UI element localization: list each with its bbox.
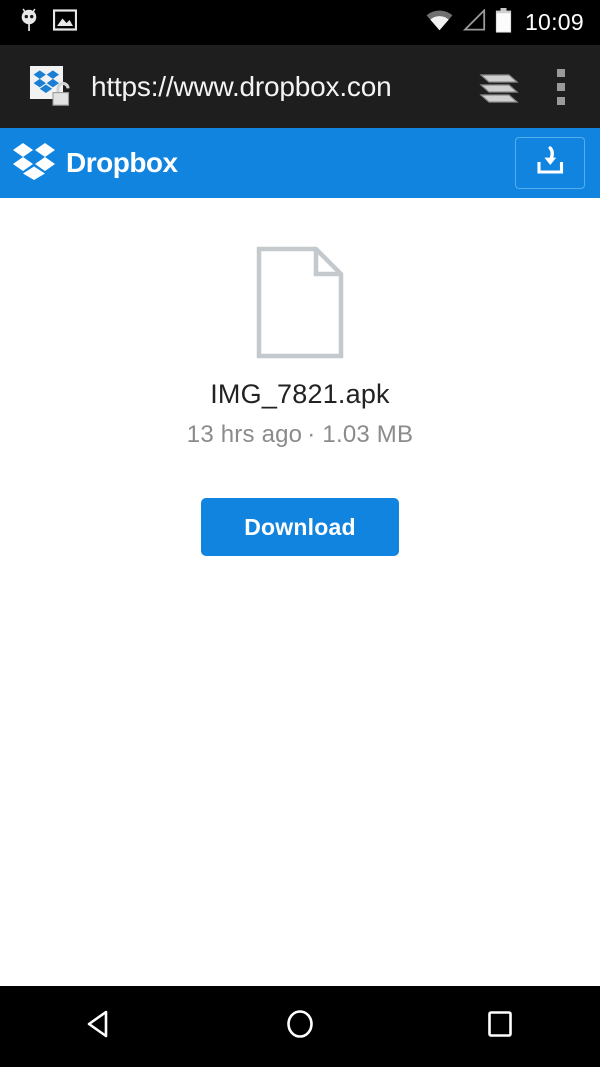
home-circle-icon	[284, 1008, 316, 1045]
overflow-menu-icon[interactable]	[544, 64, 578, 110]
file-modified-time: 13 hrs ago	[186, 420, 303, 448]
tab-stack-icon[interactable]	[476, 64, 522, 110]
unlocked-padlock-icon	[48, 80, 76, 108]
save-to-dropbox-icon	[533, 145, 567, 182]
dropbox-brand[interactable]: Dropbox	[12, 141, 178, 186]
file-preview-area: IMG_7821.apk 13 hrs ago · 1.03 MB Download	[0, 198, 600, 986]
url-bar[interactable]: https://www.dropbox.con	[91, 73, 476, 101]
metadata-separator: ·	[307, 420, 316, 448]
status-bar-clock: 10:09	[524, 9, 584, 35]
browser-toolbar: https://www.dropbox.con	[0, 45, 600, 128]
recents-button[interactable]	[455, 997, 545, 1057]
document-file-icon	[256, 246, 344, 364]
site-identity[interactable]	[30, 64, 76, 110]
dropbox-logo-icon	[12, 141, 56, 186]
file-metadata: 13 hrs ago · 1.03 MB	[186, 420, 414, 448]
dropbox-wordmark: Dropbox	[66, 147, 178, 178]
menu-dot	[557, 68, 565, 77]
phone-screen: 10:09 https://www.dropbox.con Dropbox IM…	[0, 0, 600, 1067]
menu-dot	[557, 82, 565, 91]
status-bar-notifications	[0, 7, 78, 38]
file-name: IMG_7821.apk	[210, 379, 390, 409]
recents-square-icon	[484, 1008, 516, 1045]
android-robot-icon	[18, 7, 40, 38]
home-button[interactable]	[255, 997, 345, 1057]
back-triangle-icon	[84, 1008, 116, 1045]
download-button[interactable]: Download	[201, 498, 399, 557]
status-bar: 10:09	[0, 0, 600, 45]
menu-dot	[557, 96, 565, 105]
cell-signal-icon	[462, 8, 486, 36]
back-button[interactable]	[55, 997, 145, 1057]
save-to-dropbox-button[interactable]	[515, 137, 585, 189]
battery-icon	[495, 7, 512, 38]
wifi-icon	[426, 9, 453, 36]
status-bar-system-icons: 10:09	[426, 7, 600, 38]
android-navigation-bar	[0, 986, 600, 1067]
photo-icon	[52, 9, 78, 36]
file-size: 1.03 MB	[322, 420, 414, 448]
dropbox-header: Dropbox	[0, 128, 600, 198]
